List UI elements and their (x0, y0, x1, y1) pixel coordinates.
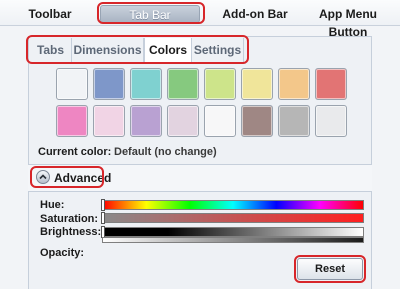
color-swatch[interactable] (278, 105, 310, 137)
tab-add-on-bar[interactable]: Add-on Bar (214, 5, 296, 23)
color-swatch[interactable] (315, 105, 347, 137)
opacity-slider[interactable] (102, 237, 364, 243)
highlight-reset (294, 255, 366, 283)
color-swatch[interactable] (315, 68, 347, 100)
tab-app-menu-button[interactable]: App Menu Button (300, 5, 396, 39)
color-swatch[interactable] (241, 105, 273, 137)
saturation-slider[interactable] (102, 213, 364, 223)
color-swatch[interactable] (204, 68, 236, 100)
color-swatch[interactable] (204, 105, 236, 137)
saturation-label: Saturation: (40, 213, 99, 225)
hue-label: Hue: (40, 199, 65, 211)
highlight-tab-bar (97, 2, 205, 24)
highlight-sub-tabs (26, 35, 249, 64)
hue-slider[interactable] (102, 200, 364, 210)
brightness-label: Brightness: (40, 226, 102, 238)
color-swatch[interactable] (278, 68, 310, 100)
color-swatch[interactable] (56, 68, 88, 100)
color-swatch[interactable] (167, 105, 199, 137)
color-swatch[interactable] (93, 68, 125, 100)
color-swatch[interactable] (56, 105, 88, 137)
current-color-label: Current color: (38, 146, 112, 158)
saturation-slider-handle[interactable] (101, 212, 105, 224)
hue-slider-handle[interactable] (101, 199, 105, 211)
brightness-slider[interactable] (102, 227, 364, 237)
tab-toolbar[interactable]: Toolbar (18, 5, 82, 23)
color-swatch[interactable] (130, 105, 162, 137)
current-color-value: Default (no change) (114, 146, 217, 158)
color-swatch[interactable] (93, 105, 125, 137)
color-swatch[interactable] (167, 68, 199, 100)
color-swatch[interactable] (241, 68, 273, 100)
highlight-advanced (30, 166, 104, 188)
opacity-label: Opacity: (40, 247, 85, 259)
color-swatch[interactable] (130, 68, 162, 100)
